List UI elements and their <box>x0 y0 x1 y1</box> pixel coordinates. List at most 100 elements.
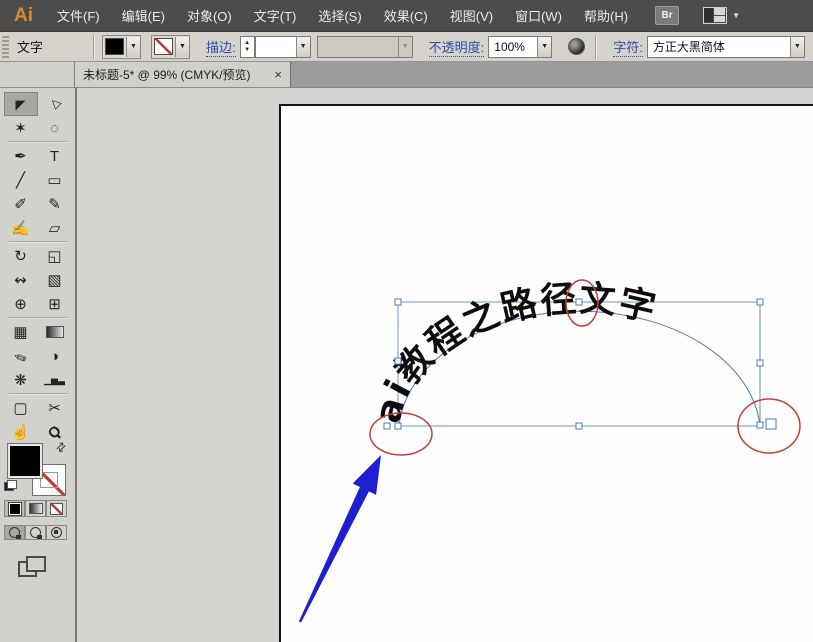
character-link[interactable]: 字符: <box>613 37 643 57</box>
menu-item-type[interactable]: 文字(T) <box>243 6 308 25</box>
tool-width-tool[interactable]: ↭ <box>4 268 38 292</box>
handle-left-middle[interactable] <box>394 357 402 365</box>
tool-hand[interactable]: ☝ <box>4 420 38 444</box>
tool-artboard[interactable]: ▢ <box>4 396 38 420</box>
app-logo: Ai <box>14 4 33 26</box>
toolbar-divider <box>8 393 67 395</box>
type-icon: T <box>49 147 60 165</box>
menu-item-help[interactable]: 帮助(H) <box>573 6 639 25</box>
tool-rectangle[interactable]: ▭ <box>38 168 72 192</box>
handle-bottom-middle[interactable] <box>575 422 583 430</box>
chevron-down-icon[interactable]: ▼ <box>175 36 190 57</box>
stepper-down-icon[interactable]: ▼ <box>244 47 250 54</box>
tool-type[interactable]: T <box>38 144 72 168</box>
stroke-none-swatch[interactable] <box>154 38 174 55</box>
chevron-down-icon[interactable]: ▼ <box>126 36 141 57</box>
menu-item-window[interactable]: 窗口(W) <box>504 6 573 25</box>
close-tab-button[interactable]: × <box>268 67 282 82</box>
draw-inside-button[interactable] <box>46 525 67 540</box>
menu-item-file[interactable]: 文件(F) <box>46 6 111 25</box>
eraser-icon: ▱ <box>48 219 61 237</box>
tool-pencil[interactable]: ✎ <box>38 192 72 216</box>
tool-rotate[interactable]: ↻ <box>4 244 38 268</box>
document-tab[interactable]: 未标题-5* @ 99% (CMYK/预览) × <box>75 62 291 87</box>
line-segment-icon: ╱ <box>15 171 26 189</box>
tool-eraser[interactable]: ▱ <box>38 216 72 240</box>
symbol-sprayer-icon: ❋ <box>14 371 27 389</box>
recolor-artwork-icon[interactable] <box>568 38 586 55</box>
tool-paintbrush[interactable]: ✐ <box>4 192 38 216</box>
color-button[interactable] <box>4 500 25 517</box>
tool-scale[interactable]: ◱ <box>38 244 72 268</box>
menu-item-edit[interactable]: 编辑(E) <box>111 6 176 25</box>
tool-free-transform[interactable]: ▧ <box>38 268 72 292</box>
draw-normal-icon <box>9 527 21 539</box>
tool-gradient[interactable] <box>38 320 72 344</box>
tool-line-segment[interactable]: ╱ <box>4 168 38 192</box>
tool-slice[interactable]: ✂ <box>38 396 72 420</box>
canvas-area[interactable]: ai教程之路径文字 <box>77 88 813 642</box>
tool-selection[interactable]: ◤ <box>3 92 38 116</box>
font-family-select[interactable]: 方正大黑简体 ▼ <box>646 35 805 58</box>
context-label: 文字 <box>17 40 44 55</box>
menu-item-view[interactable]: 视图(V) <box>439 6 504 25</box>
artboard-icon: ▢ <box>13 399 28 417</box>
tool-column-graph[interactable]: ▁▅▃ <box>38 368 72 392</box>
none-button[interactable] <box>46 500 67 517</box>
handle-bottom-left[interactable] <box>394 422 402 430</box>
handle-top-left[interactable] <box>394 298 402 306</box>
handle-bottom-right[interactable] <box>756 421 764 429</box>
chevron-down-icon: ▼ <box>732 11 740 20</box>
menu-item-object[interactable]: 对象(O) <box>176 6 243 25</box>
draw-behind-button[interactable] <box>25 525 46 540</box>
handle-top-right[interactable] <box>756 298 764 306</box>
magic-wand-icon: ✶ <box>14 119 27 137</box>
panel-grip[interactable] <box>2 35 9 58</box>
canvas-overlay: ai教程之路径文字 <box>298 279 801 623</box>
stroke-width-stepper[interactable]: ▲ ▼ <box>239 35 255 58</box>
fill-color-indicator[interactable] <box>7 443 43 479</box>
tool-blend[interactable]: ◑ <box>38 344 72 368</box>
tool-pen[interactable]: ✒ <box>4 144 38 168</box>
menu-item-select[interactable]: 选择(S) <box>307 6 372 25</box>
stroke-link[interactable]: 描边: <box>206 37 236 57</box>
path-text-object[interactable]: ai教程之路径文字 <box>367 279 661 428</box>
tool-lasso[interactable]: ◌ <box>38 116 72 140</box>
draw-normal-button[interactable] <box>4 525 25 540</box>
menu-bar: Ai 文件(F) 编辑(E) 对象(O) 文字(T) 选择(S) 效果(C) 视图(V) 窗口… <box>0 0 813 32</box>
gradient-button[interactable] <box>25 500 46 517</box>
tool-magic-wand[interactable]: ✶ <box>4 116 38 140</box>
tool-symbol-sprayer[interactable]: ❋ <box>4 368 38 392</box>
fill-color-widget[interactable]: ▼ <box>102 34 142 59</box>
stroke-width-select[interactable]: ▼ <box>254 35 311 58</box>
default-fill-stroke-icon[interactable] <box>4 480 17 491</box>
chevron-down-icon[interactable]: ▼ <box>789 36 804 57</box>
screen-mode-button[interactable] <box>18 556 46 577</box>
tool-perspective-grid[interactable]: ⊞ <box>38 292 72 316</box>
handle-top-middle[interactable] <box>575 298 583 306</box>
tool-eyedropper[interactable]: ✏ <box>4 344 38 368</box>
path-text-start-bracket[interactable] <box>383 422 391 430</box>
shape-builder-icon: ⊕ <box>14 295 27 313</box>
bridge-button[interactable]: Br <box>655 6 680 25</box>
pen-icon: ✒ <box>14 147 27 165</box>
width-profile-select: ▼ <box>316 35 413 58</box>
opacity-link[interactable]: 不透明度: <box>428 37 485 57</box>
menu-item-effect[interactable]: 效果(C) <box>373 6 439 25</box>
workspace-switcher[interactable]: ▼ <box>703 7 740 24</box>
chevron-down-icon[interactable]: ▼ <box>295 36 310 57</box>
fill-color-swatch[interactable] <box>105 38 125 55</box>
stroke-color-widget[interactable]: ▼ <box>151 34 191 59</box>
tool-blob-brush[interactable]: ✍ <box>4 216 38 240</box>
tool-shape-builder[interactable]: ⊕ <box>4 292 38 316</box>
slice-icon: ✂ <box>48 399 61 417</box>
stepper-up-icon[interactable]: ▲ <box>244 40 250 47</box>
path-text-end-bracket[interactable] <box>765 418 777 430</box>
lasso-icon: ◌ <box>50 119 59 137</box>
tool-zoom[interactable]: Ϙ <box>38 420 72 444</box>
tool-mesh[interactable]: ▦ <box>4 320 38 344</box>
chevron-down-icon[interactable]: ▼ <box>537 36 552 57</box>
handle-right-middle[interactable] <box>756 359 764 367</box>
tool-direct-selection[interactable]: ▷ <box>38 92 72 116</box>
opacity-select[interactable]: 100% ▼ <box>488 35 553 58</box>
